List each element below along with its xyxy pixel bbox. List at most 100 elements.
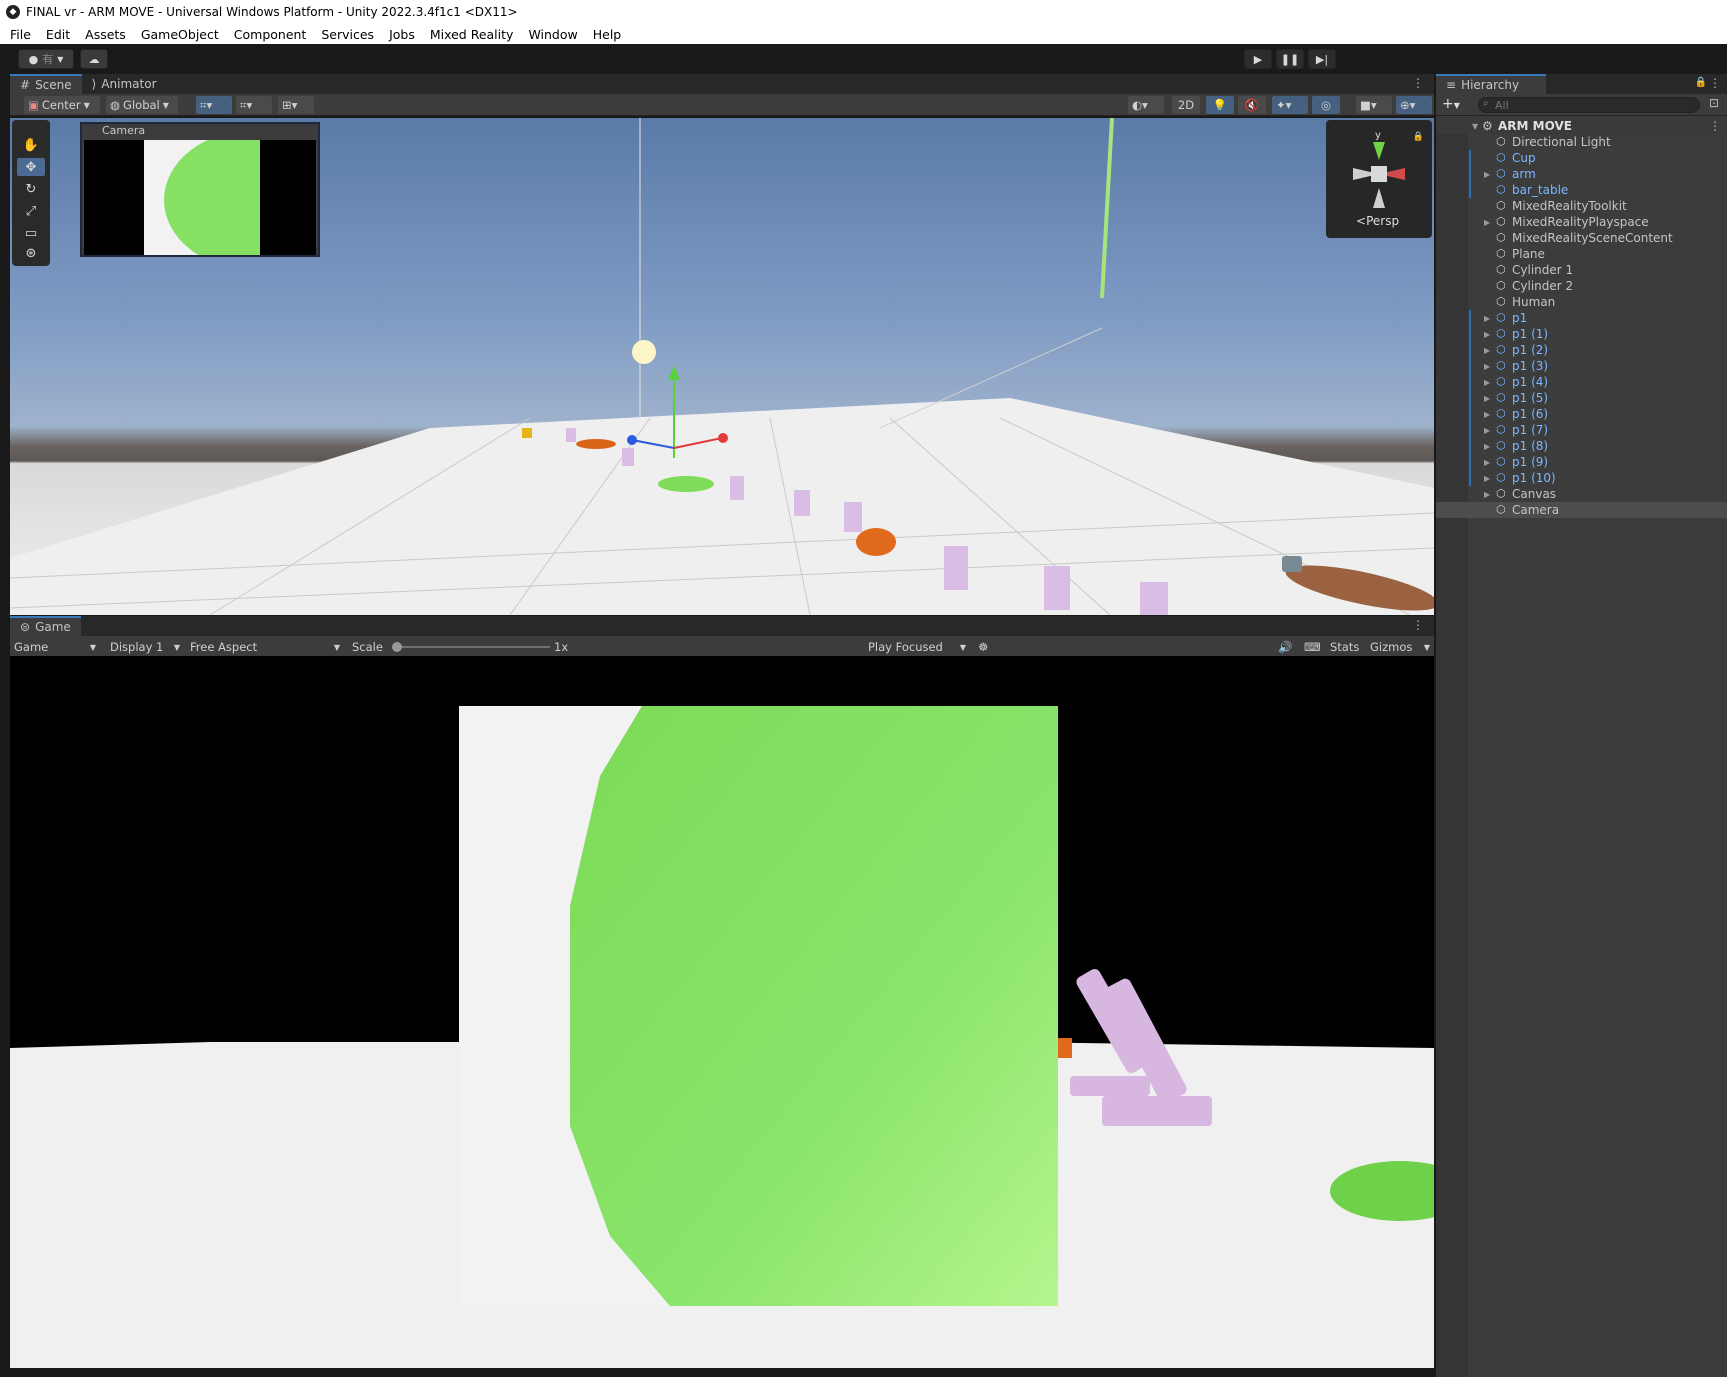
menu-edit[interactable]: Edit [46,27,70,42]
frame-debugger-button[interactable]: ☸ [974,638,994,656]
hierarchy-item[interactable]: ▶ ⬡ p1 (6) [1436,406,1727,422]
hierarchy-item[interactable]: ▶ ⬡ p1 (3) [1436,358,1727,374]
audio-toggle[interactable]: 🔇 [1238,96,1266,114]
tab-scene[interactable]: # Scene [10,74,82,94]
expand-arrow-icon[interactable]: ▶ [1484,330,1490,339]
hierarchy-item[interactable]: ▶ ⬡ p1 (9) [1436,454,1727,470]
lighting-toggle[interactable]: 💡 [1206,96,1234,114]
hierarchy-item[interactable]: ⬡ Human [1436,294,1727,310]
menu-file[interactable]: File [10,27,31,42]
hierarchy-item[interactable]: ⬡ Cylinder 1 [1436,262,1727,278]
scale-slider-track[interactable] [392,642,550,652]
shortcut-button[interactable]: ⌨ [1300,638,1321,656]
hierarchy-item[interactable]: ⬡ Directional Light [1436,134,1727,150]
orientation-gizmo[interactable]: y 🔒 <Persp [1326,120,1432,238]
hierarchy-item[interactable]: ▶ ⬡ p1 (5) [1436,390,1727,406]
hand-tool[interactable]: ✋ [17,136,45,154]
hierarchy-item[interactable]: ⬡ Cup [1436,150,1727,166]
hierarchy-item[interactable]: ▶ ⬡ Canvas [1436,486,1727,502]
transform-tool[interactable]: ⊛ [17,244,45,262]
grid-visibility-button[interactable]: ⌗▾ [236,96,272,114]
hierarchy-item[interactable]: ⬡ MixedRealitySceneContent [1436,230,1727,246]
menu-jobs[interactable]: Jobs [389,27,415,42]
expand-arrow-icon[interactable]: ▶ [1484,474,1490,483]
expand-arrow-icon[interactable]: ▶ [1484,394,1490,403]
search-options-icon[interactable]: ⊡ [1709,96,1719,110]
hierarchy-item[interactable]: ▶ ⬡ p1 [1436,310,1727,326]
mute-audio-button[interactable]: 🔊 [1274,638,1294,656]
hierarchy-item[interactable]: ▶ ⬡ p1 (2) [1436,342,1727,358]
pivot-rotation-dropdown[interactable]: ◍ Global ▼ [106,96,178,114]
menu-window[interactable]: Window [528,27,577,42]
scale-tool[interactable]: ⤢ [17,202,45,220]
view-type-dropdown[interactable]: Game ▼ [10,638,98,656]
hierarchy-item[interactable]: ▶ ⬡ MixedRealityPlayspace [1436,214,1727,230]
hierarchy-search-input[interactable] [1495,98,1695,112]
step-button[interactable]: ▶| [1308,49,1336,69]
projection-toggle[interactable]: <Persp [1356,214,1399,228]
hierarchy-item[interactable]: ⬡ MixedRealityToolkit [1436,198,1727,214]
scene-row[interactable]: ▼ ⚙ ARM MOVE ⋮ [1436,118,1727,134]
display-dropdown[interactable]: Display 1 ▼ [106,638,182,656]
expand-arrow-icon[interactable]: ▶ [1484,410,1490,419]
expand-arrow-icon[interactable]: ▶ [1484,442,1490,451]
scale-slider-handle[interactable] [392,642,402,652]
expand-arrow-icon[interactable]: ▶ [1484,362,1490,371]
pause-button[interactable]: ❚❚ [1276,49,1304,69]
hierarchy-item[interactable]: ▶ ⬡ p1 (4) [1436,374,1727,390]
expand-arrow-icon[interactable]: ▶ [1484,458,1490,467]
hierarchy-item[interactable]: ▶ ⬡ p1 (1) [1436,326,1727,342]
tab-game[interactable]: ⊜ Game [10,616,81,636]
pivot-mode-dropdown[interactable]: ▣ Center ▼ [24,96,100,114]
more-options-icon[interactable]: ⋮ [1412,76,1424,90]
hierarchy-item[interactable]: ▶ ⬡ p1 (7) [1436,422,1727,438]
grid-snap-button[interactable]: ⌗▾ [196,96,232,114]
expand-arrow-icon[interactable]: ▶ [1484,378,1490,387]
increment-snap-button[interactable]: ⊞▾ [278,96,314,114]
rotate-tool[interactable]: ↻ [17,180,45,198]
hierarchy-item[interactable]: ▶ ⬡ p1 (10) [1436,470,1727,486]
menu-component[interactable]: Component [234,27,307,42]
menu-gameobject[interactable]: GameObject [141,27,219,42]
rect-tool[interactable]: ▭ [17,224,45,242]
more-options-icon[interactable]: ⋮ [1709,119,1721,133]
hierarchy-item[interactable]: ⬡ Camera [1436,502,1727,518]
expand-arrow-icon[interactable]: ▶ [1484,314,1490,323]
expand-arrow-icon[interactable]: ▶ [1484,426,1490,435]
aspect-dropdown[interactable]: Free Aspect ▼ [186,638,342,656]
more-options-icon[interactable]: ⋮ [1709,76,1721,90]
camera-preview-overlay[interactable]: Camera [80,122,320,257]
cloud-button[interactable]: ☁ [80,49,108,69]
hierarchy-item[interactable]: ⬡ Cylinder 2 [1436,278,1727,294]
menu-assets[interactable]: Assets [85,27,126,42]
game-view[interactable] [10,656,1434,1368]
expand-arrow-icon[interactable]: ▶ [1484,170,1490,179]
expand-arrow-icon[interactable]: ▶ [1484,346,1490,355]
move-tool[interactable]: ✥ [17,158,45,176]
more-options-icon[interactable]: ⋮ [1412,618,1424,632]
gizmos-button[interactable]: Gizmos ▼ [1366,638,1432,656]
play-button[interactable]: ▶ [1244,49,1272,69]
effects-dropdown[interactable]: ✦▾ [1272,96,1308,114]
hierarchy-search[interactable]: ⌕ [1478,97,1700,113]
hierarchy-item[interactable]: ▶ ⬡ arm [1436,166,1727,182]
add-object-button[interactable]: +▼ [1442,96,1470,114]
lock-icon[interactable]: 🔒 [1695,77,1707,88]
expand-arrow-icon[interactable]: ▶ [1484,490,1490,499]
play-mode-dropdown[interactable]: Play Focused ▼ [864,638,968,656]
hierarchy-item[interactable]: ⬡ bar_table [1436,182,1727,198]
draw-mode-dropdown[interactable]: ◐▾ [1128,96,1164,114]
tab-animator[interactable]: ⟩ Animator [82,74,167,94]
expand-arrow-icon[interactable]: ▶ [1484,218,1490,227]
menu-help[interactable]: Help [593,27,622,42]
menu-services[interactable]: Services [321,27,374,42]
camera-settings-dropdown[interactable]: ■▾ [1356,96,1392,114]
stats-button[interactable]: Stats [1326,638,1364,656]
hierarchy-item[interactable]: ▶ ⬡ p1 (8) [1436,438,1727,454]
hierarchy-item[interactable]: ⬡ Plane [1436,246,1727,262]
tab-hierarchy[interactable]: ≡ Hierarchy [1436,74,1546,94]
gizmos-dropdown[interactable]: ⊕▾ [1396,96,1432,114]
menu-mixed-reality[interactable]: Mixed Reality [430,27,514,42]
account-dropdown[interactable]: ● 有 ▼ [18,49,74,69]
scene-visibility-toggle[interactable]: ◎ [1312,96,1340,114]
